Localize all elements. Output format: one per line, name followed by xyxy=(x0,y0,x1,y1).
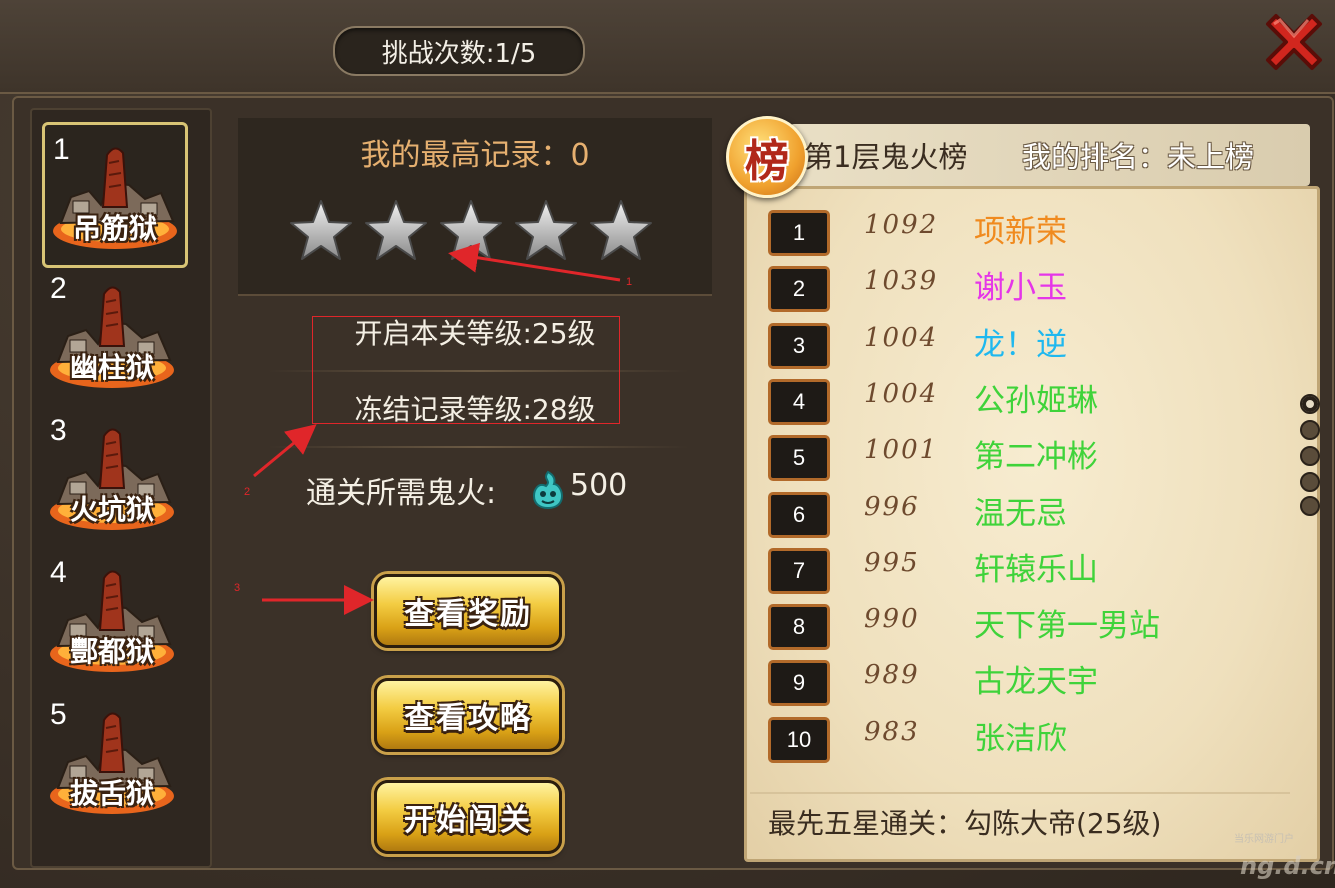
rank-score: 989 xyxy=(864,660,920,691)
ranking-row: 8 990 天下第一男站 xyxy=(768,600,1288,651)
ranking-row: 10 983 张洁欣 xyxy=(768,713,1288,763)
ranking-row: 4 1004 公孙姬琳 xyxy=(768,375,1288,425)
page-dot[interactable] xyxy=(1300,420,1320,440)
watermark-small: 当乐网游门户 xyxy=(1234,834,1294,845)
ranking-row: 6 996 温无忌 xyxy=(768,488,1288,538)
rank-score: 983 xyxy=(864,716,920,747)
ranking-row: 7 995 轩辕乐山 xyxy=(768,544,1288,594)
annotation-label-2: 2 xyxy=(244,486,251,498)
annotation-label-1: 1 xyxy=(626,276,633,288)
ranking-row: 1 1092 项新荣 xyxy=(768,206,1288,256)
rank-number: 4 xyxy=(768,378,830,425)
rank-score: 1092 xyxy=(864,210,939,240)
rank-number: 8 xyxy=(768,604,830,651)
rank-number: 3 xyxy=(768,322,830,369)
rank-number: 2 xyxy=(768,266,830,313)
rank-player-name: 项新荣 xyxy=(974,214,1067,250)
first-clear-footer: 最先五星通关：勾陈大帝(25级) xyxy=(750,792,1290,844)
rank-player-name: 古龙天宇 xyxy=(974,664,1098,701)
first-clear-text: 最先五星通关：勾陈大帝(25级) xyxy=(768,807,1162,840)
my-rank: 我的排名：未上榜 xyxy=(1022,140,1255,174)
rank-score: 1004 xyxy=(864,378,939,409)
rank-score: 1039 xyxy=(864,266,939,297)
rank-score: 990 xyxy=(864,604,920,635)
ranking-badge: 榜 xyxy=(726,116,808,198)
rank-player-name: 第二冲彬 xyxy=(974,439,1098,476)
page-dot[interactable] xyxy=(1300,496,1320,516)
page-dot[interactable] xyxy=(1300,472,1320,492)
rank-score: 996 xyxy=(864,491,920,522)
rank-score: 995 xyxy=(864,547,920,578)
rank-number: 7 xyxy=(768,547,830,594)
rank-player-name: 公孙姬琳 xyxy=(974,382,1098,419)
rank-number: 9 xyxy=(768,660,830,707)
rank-number: 5 xyxy=(768,435,830,482)
rank-number: 10 xyxy=(768,716,830,763)
annotation-label-3: 3 xyxy=(234,582,241,594)
rank-player-name: 谢小玉 xyxy=(974,270,1067,307)
page-dot[interactable] xyxy=(1300,394,1320,414)
rank-player-name: 温无忌 xyxy=(974,495,1067,532)
rank-player-name: 轩辕乐山 xyxy=(974,551,1098,588)
ranking-row: 5 1001 第二冲彬 xyxy=(768,431,1288,482)
rank-player-name: 龙！逆 xyxy=(974,326,1067,363)
page-dot[interactable] xyxy=(1300,446,1320,466)
rank-player-name: 天下第一男站 xyxy=(974,608,1160,645)
ranking-row: 2 1039 谢小玉 xyxy=(768,262,1288,313)
ranking-row: 9 989 古龙天宇 xyxy=(768,656,1288,707)
rank-number: 6 xyxy=(768,491,830,538)
rank-score: 1001 xyxy=(864,435,939,466)
rank-number: 1 xyxy=(768,210,830,256)
rank-player-name: 张洁欣 xyxy=(974,720,1067,757)
ranking-title: 第1层鬼火榜 xyxy=(804,140,968,174)
watermark-large: ng.d.cn xyxy=(1240,852,1335,880)
page-indicator xyxy=(1300,394,1320,524)
rank-score: 1004 xyxy=(864,322,939,353)
ranking-row: 3 1004 龙！逆 xyxy=(768,319,1288,369)
